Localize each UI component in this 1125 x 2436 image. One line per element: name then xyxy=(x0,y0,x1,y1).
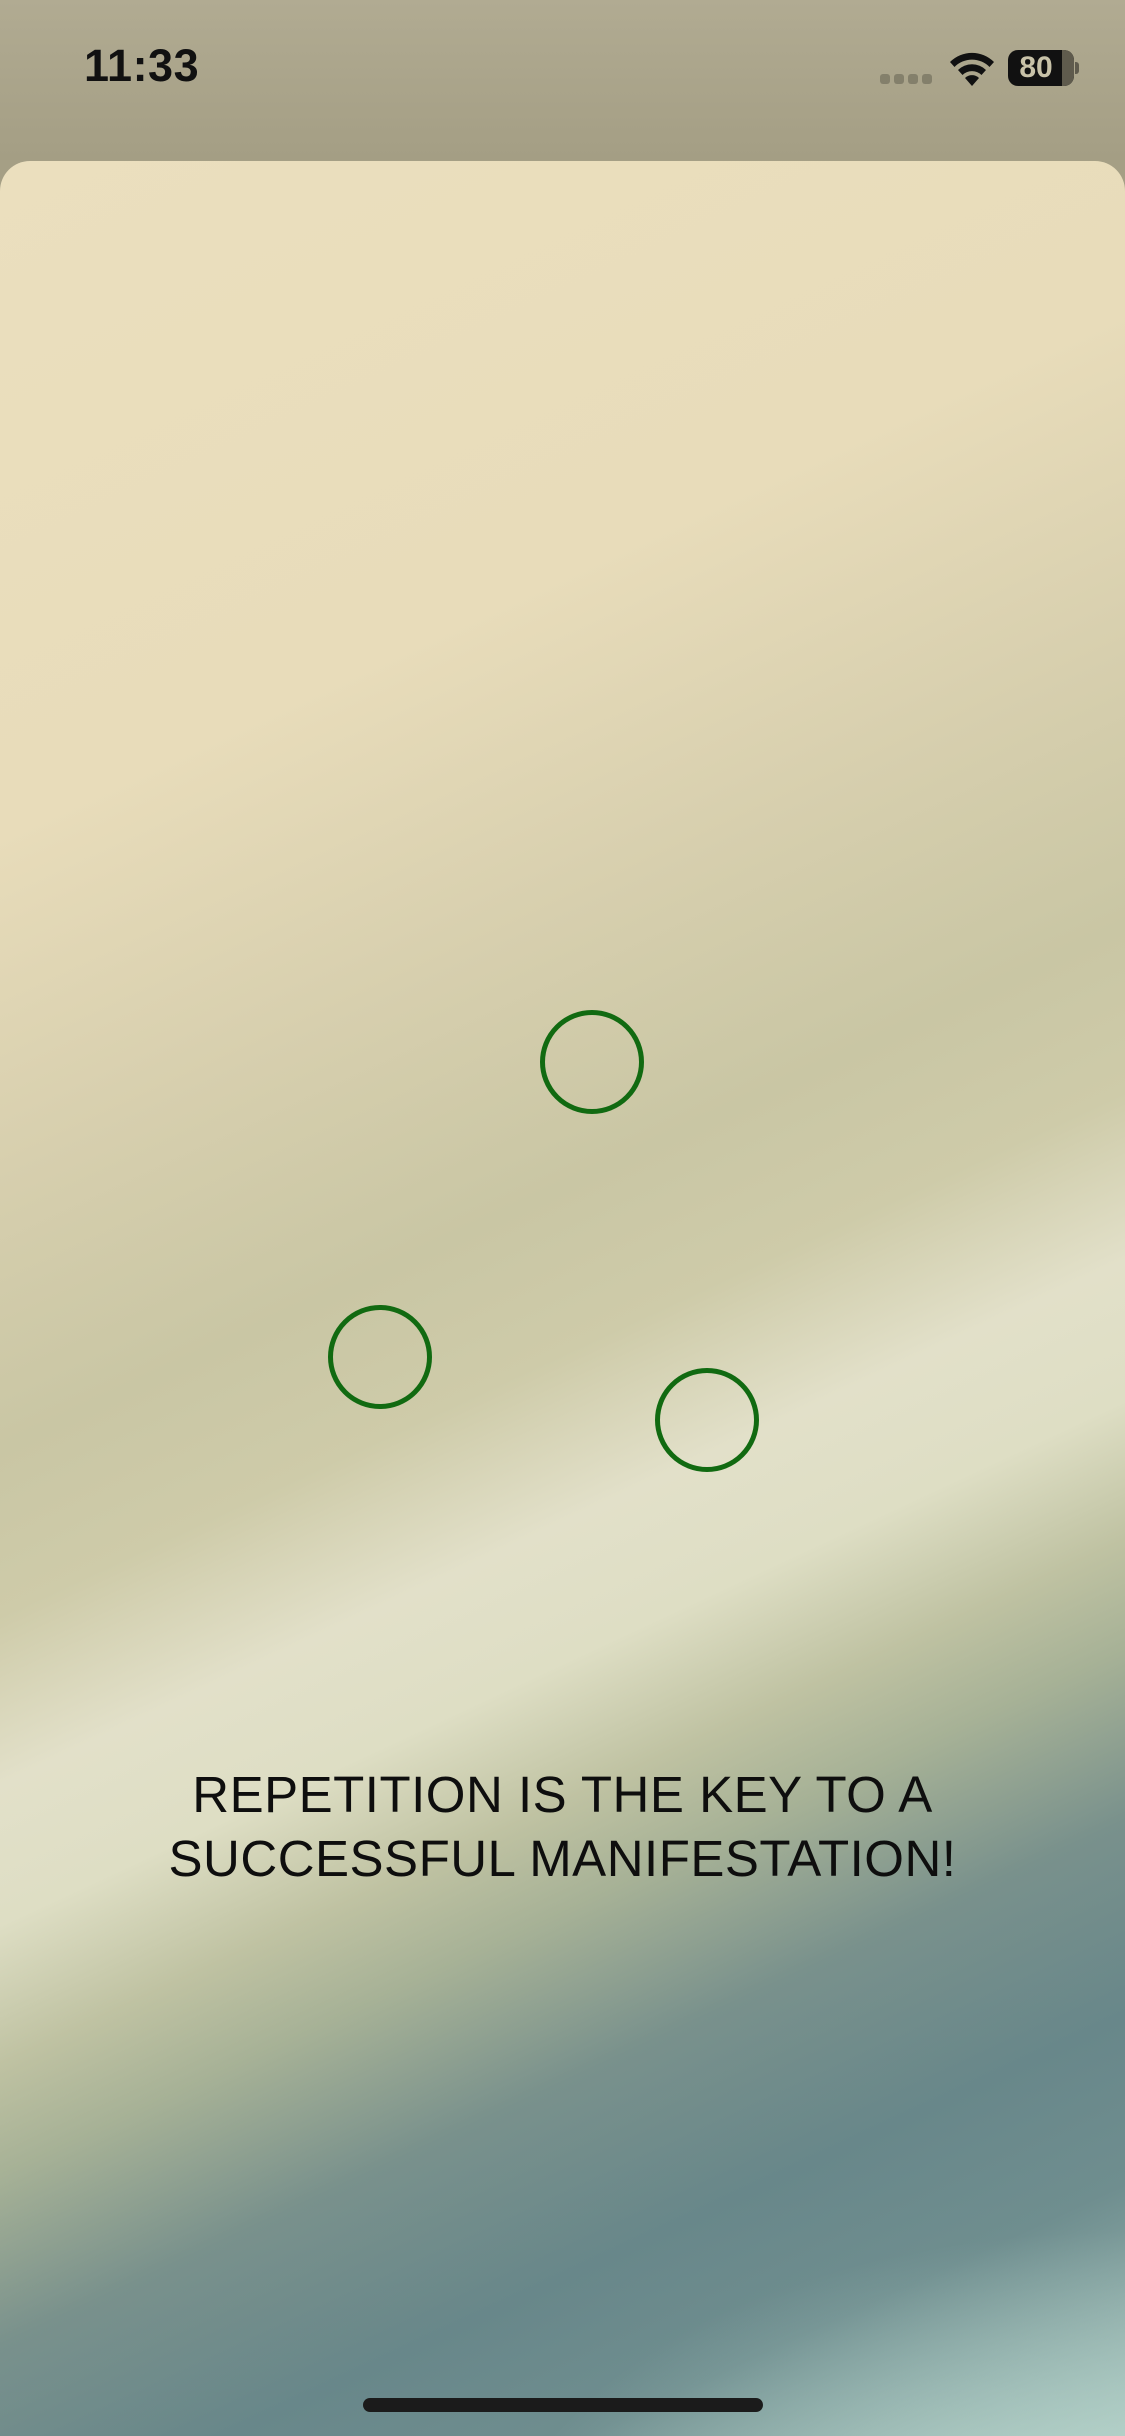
status-time: 11:33 xyxy=(84,40,200,91)
target-circle-2[interactable] xyxy=(328,1305,432,1409)
status-bar: 11:33 80 xyxy=(0,0,1125,160)
signal-icon xyxy=(880,74,936,86)
main-sheet: REPETITION IS THE KEY TO A SUCCESSFUL MA… xyxy=(0,161,1125,2436)
wifi-icon xyxy=(950,52,994,86)
manifestation-message: REPETITION IS THE KEY TO A SUCCESSFUL MA… xyxy=(168,1766,957,1887)
battery-icon: 80 xyxy=(1008,50,1079,86)
battery-level: 80 xyxy=(1019,51,1053,84)
target-circle-1[interactable] xyxy=(540,1010,644,1114)
target-circle-3[interactable] xyxy=(655,1368,759,1472)
home-indicator[interactable] xyxy=(363,2398,763,2412)
